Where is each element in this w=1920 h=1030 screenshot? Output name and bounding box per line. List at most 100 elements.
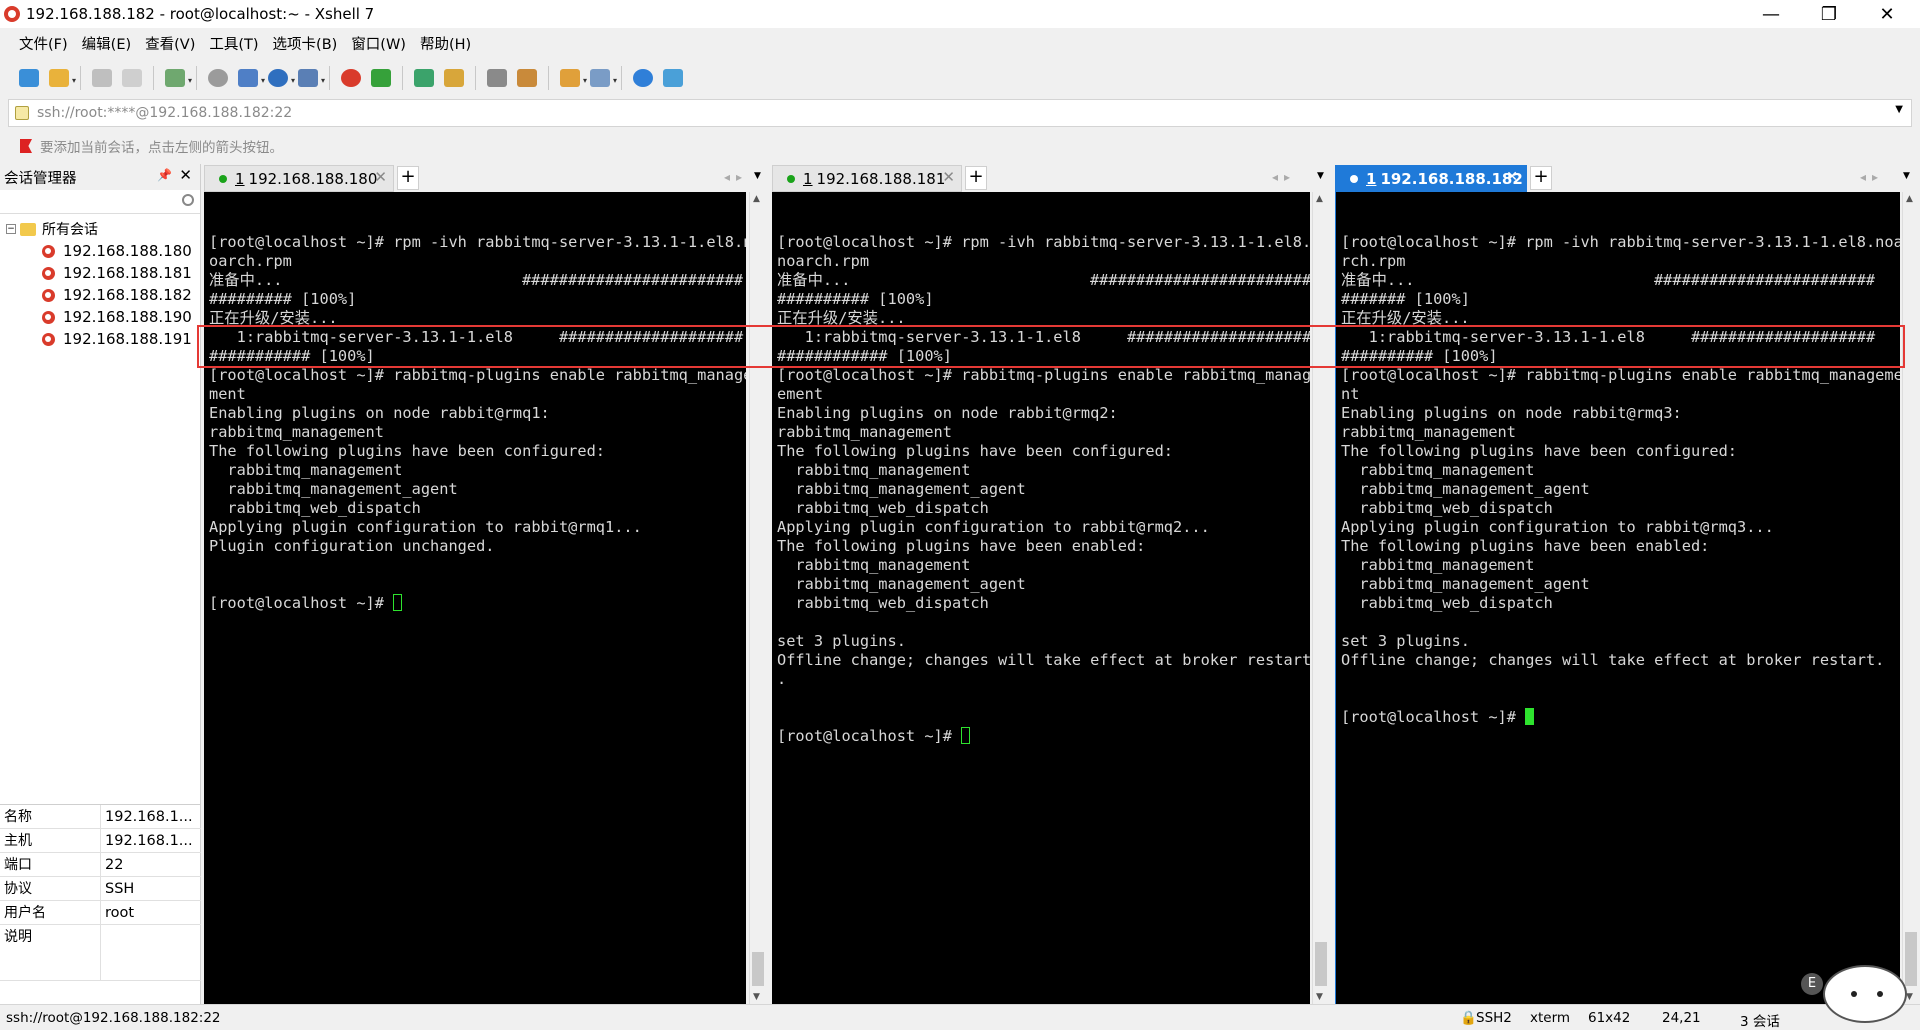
status-size: 61x42 xyxy=(1588,1010,1631,1026)
terminal-line: The following plugins have been configur… xyxy=(777,442,1174,460)
session-tab-3-active[interactable]: 1 192.168.188.182 ✕ xyxy=(1335,165,1527,192)
session-item[interactable]: 192.168.188.180 xyxy=(0,240,200,262)
tab-close-icon[interactable]: ✕ xyxy=(374,168,387,186)
xftp-button[interactable] xyxy=(366,63,396,93)
bookmark-flag-icon[interactable] xyxy=(20,139,32,153)
session-tab-2[interactable]: 1 192.168.188.181 ✕ xyxy=(772,165,962,192)
new-session-button[interactable] xyxy=(14,63,44,93)
terminal-line: Enabling plugins on node rabbit@rmq3: xyxy=(1341,404,1682,422)
terminal-line: 1:rabbitmq-server-3.13.1-1.el8 #########… xyxy=(1341,328,1876,346)
session-label: 192.168.188.182 xyxy=(63,286,192,304)
mascot-eye-icon xyxy=(1877,991,1883,997)
compose-button[interactable]: ▾ xyxy=(233,63,265,93)
terminal-pane-1: 1 192.168.188.180 ✕ + ◂▸ ▼ [root@localho… xyxy=(204,164,769,1004)
property-row: 名称 192.168.1... xyxy=(0,805,201,829)
tab-bar: 1 192.168.188.180 ✕ + ◂▸ ▼ xyxy=(204,164,769,192)
tab-close-icon[interactable]: ✕ xyxy=(1506,169,1518,185)
menu-tabs[interactable]: 选项卡(B) xyxy=(273,33,338,54)
scrollbar[interactable]: ▲ ▼ xyxy=(1902,192,1919,1004)
session-properties: 名称 192.168.1... 主机 192.168.1... 端口 22 协议 SSH… xyxy=(0,804,201,981)
tab-list-dropdown-icon[interactable]: ▼ xyxy=(1317,171,1324,181)
session-tab-1[interactable]: 1 192.168.188.180 ✕ xyxy=(204,165,394,192)
terminal-line: 正在升级/安装... xyxy=(209,309,338,327)
terminal-output-2[interactable]: [root@localhost ~]# rpm -ivh rabbitmq-se… xyxy=(772,192,1310,1004)
xshell-icon-button[interactable] xyxy=(336,63,366,93)
tab-scroll-arrows-icon[interactable]: ◂▸ xyxy=(1860,170,1884,184)
terminal-prompt: [root@localhost ~]# xyxy=(209,594,394,612)
scroll-thumb[interactable] xyxy=(752,952,764,986)
new-tab-button[interactable]: + xyxy=(397,166,419,190)
scroll-up-icon[interactable]: ▲ xyxy=(1906,194,1913,204)
terminal-line: Offline change; changes will take effect… xyxy=(777,651,1310,669)
search-icon[interactable] xyxy=(182,194,194,206)
terminal-output-1[interactable]: [root@localhost ~]# rpm -ivh rabbitmq-se… xyxy=(204,192,746,1004)
close-button[interactable]: ✕ xyxy=(1858,0,1916,28)
chat-button[interactable] xyxy=(658,63,688,93)
menu-help[interactable]: 帮助(H) xyxy=(420,33,471,54)
pin-icon[interactable]: 📌 xyxy=(157,168,172,182)
terminal-line: rabbitmq_management xyxy=(777,461,971,479)
hint-bar: 要添加当前会话，点击左侧的箭头按钮。 xyxy=(0,132,1920,160)
transfer-button[interactable]: ▾ xyxy=(555,63,587,93)
restore-button[interactable]: ❐ xyxy=(1800,0,1858,28)
scroll-thumb[interactable] xyxy=(1315,942,1327,986)
help-button[interactable] xyxy=(628,63,658,93)
tab-list-dropdown-icon[interactable]: ▼ xyxy=(1903,171,1910,181)
tree-root-all-sessions[interactable]: − 所有会话 xyxy=(0,218,200,240)
scroll-up-icon[interactable]: ▲ xyxy=(753,194,760,204)
reconnect-button[interactable] xyxy=(87,63,117,93)
property-row: 端口 22 xyxy=(0,853,201,877)
menu-tools[interactable]: 工具(T) xyxy=(209,33,258,54)
new-tab-button[interactable]: + xyxy=(965,166,987,190)
highlight-button[interactable] xyxy=(512,63,542,93)
terminal-line: The following plugins have been configur… xyxy=(1341,442,1738,460)
menu-window[interactable]: 窗口(W) xyxy=(351,33,406,54)
collapse-icon[interactable]: − xyxy=(6,224,16,234)
lock-button[interactable] xyxy=(439,63,469,93)
session-item[interactable]: 192.168.188.190 xyxy=(0,306,200,328)
keyboard-button[interactable] xyxy=(482,63,512,93)
tab-bar: 1 192.168.188.182 ✕ + ◂▸ ▼ xyxy=(1335,164,1920,192)
scroll-up-icon[interactable]: ▲ xyxy=(1316,194,1323,204)
session-item[interactable]: 192.168.188.191 xyxy=(0,328,200,350)
terminal-line: ment xyxy=(209,385,246,403)
font-button[interactable]: ▾ xyxy=(293,63,325,93)
menu-view[interactable]: 查看(V) xyxy=(145,33,195,54)
layout-button[interactable]: ▾ xyxy=(585,63,617,93)
terminal-line: rabbitmq_management xyxy=(777,423,952,441)
properties-button[interactable]: ▾ xyxy=(160,63,192,93)
menu-file[interactable]: 文件(F) xyxy=(19,33,68,54)
terminal-output-3[interactable]: [root@localhost ~]# rpm -ivh rabbitmq-se… xyxy=(1335,192,1900,1004)
tab-scroll-arrows-icon[interactable]: ◂▸ xyxy=(724,170,748,184)
property-key: 协议 xyxy=(0,877,101,900)
terminal-line: set 3 plugins. xyxy=(1341,632,1470,650)
terminal-line: Applying plugin configuration to rabbit@… xyxy=(209,518,642,536)
address-dropdown-icon[interactable]: ▼ xyxy=(1895,104,1903,115)
terminal-line: [root@localhost ~]# rpm -ivh rabbitmq-se… xyxy=(777,233,1310,251)
find-button[interactable] xyxy=(203,63,233,93)
session-item[interactable]: 192.168.188.182 xyxy=(0,284,200,306)
new-tab-button[interactable]: + xyxy=(1530,166,1552,190)
scrollbar[interactable]: ▲ ▼ xyxy=(749,192,766,1004)
tab-scroll-arrows-icon[interactable]: ◂▸ xyxy=(1272,170,1296,184)
menu-edit[interactable]: 编辑(E) xyxy=(82,33,131,54)
session-label: 192.168.188.191 xyxy=(63,330,192,348)
close-panel-icon[interactable]: ✕ xyxy=(179,166,192,184)
address-text[interactable]: ssh://root:****@192.168.188.182:22 xyxy=(37,105,292,121)
scroll-down-icon[interactable]: ▼ xyxy=(1316,992,1323,1002)
open-folder-button[interactable]: ▾ xyxy=(44,63,76,93)
tab-close-icon[interactable]: ✕ xyxy=(942,168,955,186)
fullscreen-button[interactable] xyxy=(409,63,439,93)
tab-list-dropdown-icon[interactable]: ▼ xyxy=(754,171,761,181)
session-search-input[interactable] xyxy=(0,190,200,214)
scrollbar[interactable]: ▲ ▼ xyxy=(1312,192,1329,1004)
globe-button[interactable]: ▾ xyxy=(263,63,295,93)
disconnect-button[interactable] xyxy=(117,63,147,93)
address-bar[interactable]: ssh://root:****@192.168.188.182:22 ▼ xyxy=(8,99,1912,127)
terminal-line: rabbitmq_management xyxy=(1341,461,1535,479)
scroll-down-icon[interactable]: ▼ xyxy=(753,992,760,1002)
minimize-button[interactable]: — xyxy=(1742,0,1800,28)
terminal-line: The following plugins have been enabled: xyxy=(777,537,1146,555)
session-item[interactable]: 192.168.188.181 xyxy=(0,262,200,284)
terminal-line: ement xyxy=(777,385,824,403)
